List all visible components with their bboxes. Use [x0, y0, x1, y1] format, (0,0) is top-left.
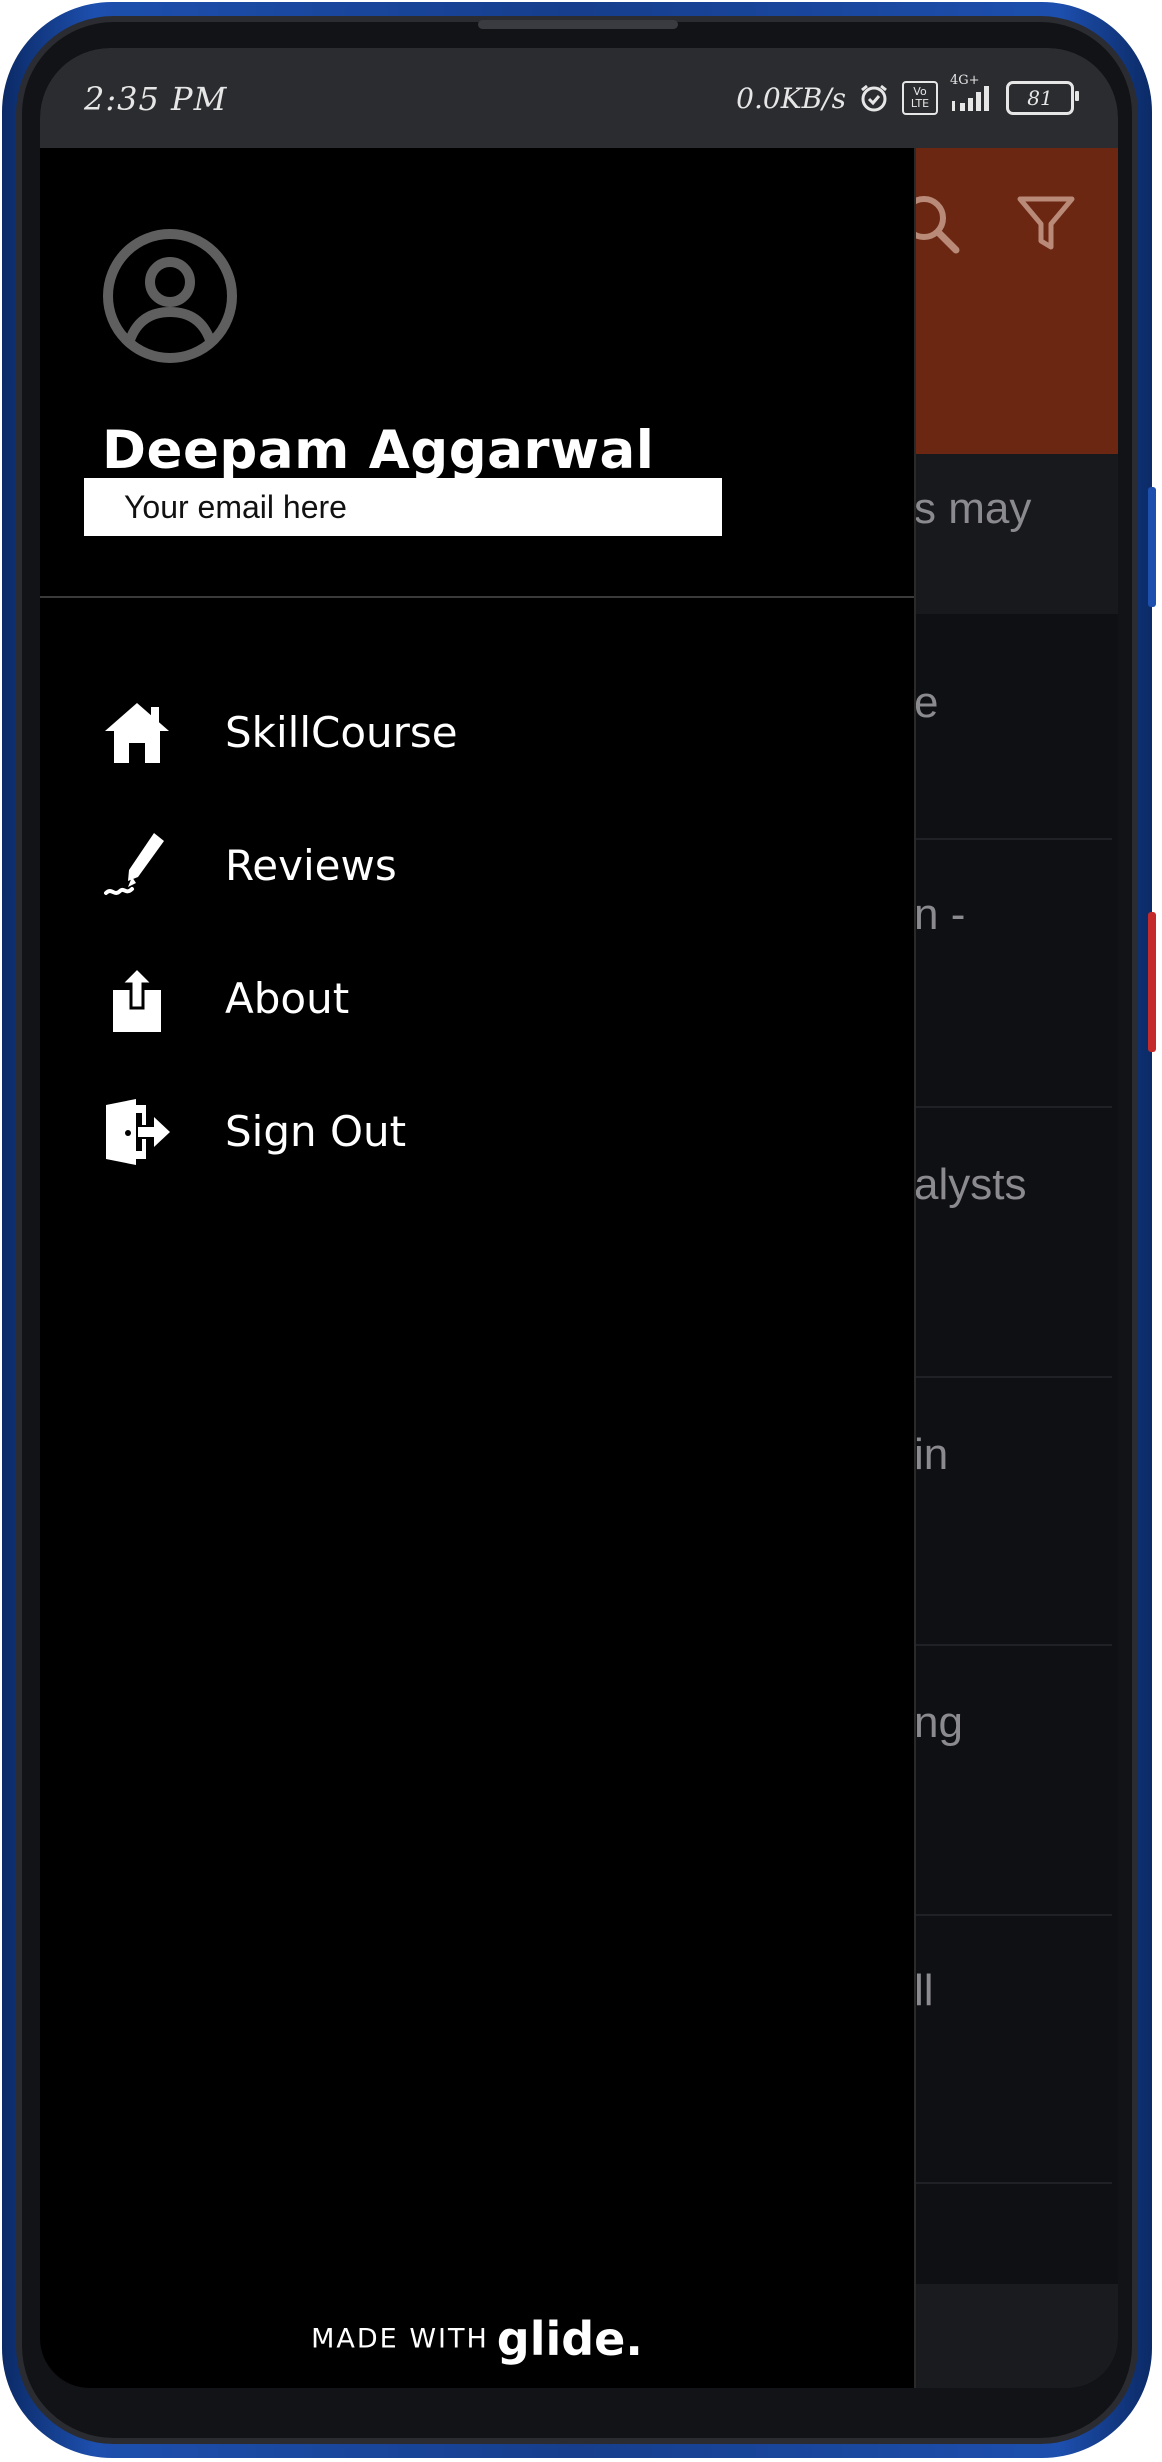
list-divider [912, 2182, 1112, 2184]
list-item[interactable]: n - [914, 890, 965, 940]
volte-icon: Vo LTE [902, 81, 938, 115]
menu-item-sign-out[interactable]: Sign Out [40, 1065, 914, 1198]
list-divider [912, 1914, 1112, 1916]
signal-icon: 4G+ [950, 73, 994, 113]
user-avatar-icon[interactable] [102, 228, 238, 364]
email-field[interactable] [84, 478, 722, 536]
list-item[interactable]: ng [914, 1698, 963, 1748]
menu-item-skillcourse[interactable]: SkillCourse [40, 666, 914, 799]
home-icon [102, 698, 172, 768]
list-divider [912, 1376, 1112, 1378]
filter-icon[interactable] [1016, 194, 1076, 254]
volume-button [1148, 912, 1156, 1052]
alarm-icon [858, 82, 890, 114]
subtitle-fragment: s may [914, 484, 1032, 533]
power-button [1148, 487, 1156, 607]
menu-item-about[interactable]: About [40, 932, 914, 1065]
list-divider [912, 1106, 1112, 1108]
menu-item-label: Reviews [225, 841, 397, 890]
drawer-divider [40, 596, 914, 598]
status-icons: 0.0KB/s Vo LTE 4G+ 81 [736, 73, 1079, 118]
battery-icon: 81 [1006, 81, 1079, 115]
sign-out-icon [102, 1097, 172, 1167]
list-divider [912, 1644, 1112, 1646]
menu-item-label: About [225, 974, 350, 1023]
list-item[interactable]: e [914, 678, 938, 728]
list-item[interactable]: in [914, 1430, 948, 1480]
status-time: 2:35 PM [84, 80, 228, 118]
screen: 2:35 PM 0.0KB/s Vo LTE 4G+ 81 s may e n … [40, 48, 1118, 2388]
status-bar: 2:35 PM 0.0KB/s Vo LTE 4G+ 81 [40, 48, 1118, 148]
list-item[interactable]: ll [914, 1966, 934, 2016]
menu-item-label: SkillCourse [225, 708, 458, 757]
glide-logo: glide. [496, 2312, 643, 2366]
navigation-drawer: Deepam Aggarwal SkillCourse Reviews Ab [40, 148, 916, 2388]
list-divider [912, 838, 1112, 840]
list-item[interactable]: alysts [914, 1160, 1026, 1210]
earpiece [478, 20, 678, 29]
menu-item-reviews[interactable]: Reviews [40, 799, 914, 932]
share-upload-icon [102, 964, 172, 1034]
made-with-glide[interactable]: MADE WITH glide. [40, 2312, 914, 2366]
network-speed: 0.0KB/s [736, 81, 846, 115]
pen-signature-icon [102, 831, 172, 901]
menu-item-label: Sign Out [225, 1107, 407, 1156]
drawer-menu: SkillCourse Reviews About Sign Out [40, 666, 914, 1198]
user-name: Deepam Aggarwal [102, 420, 655, 481]
